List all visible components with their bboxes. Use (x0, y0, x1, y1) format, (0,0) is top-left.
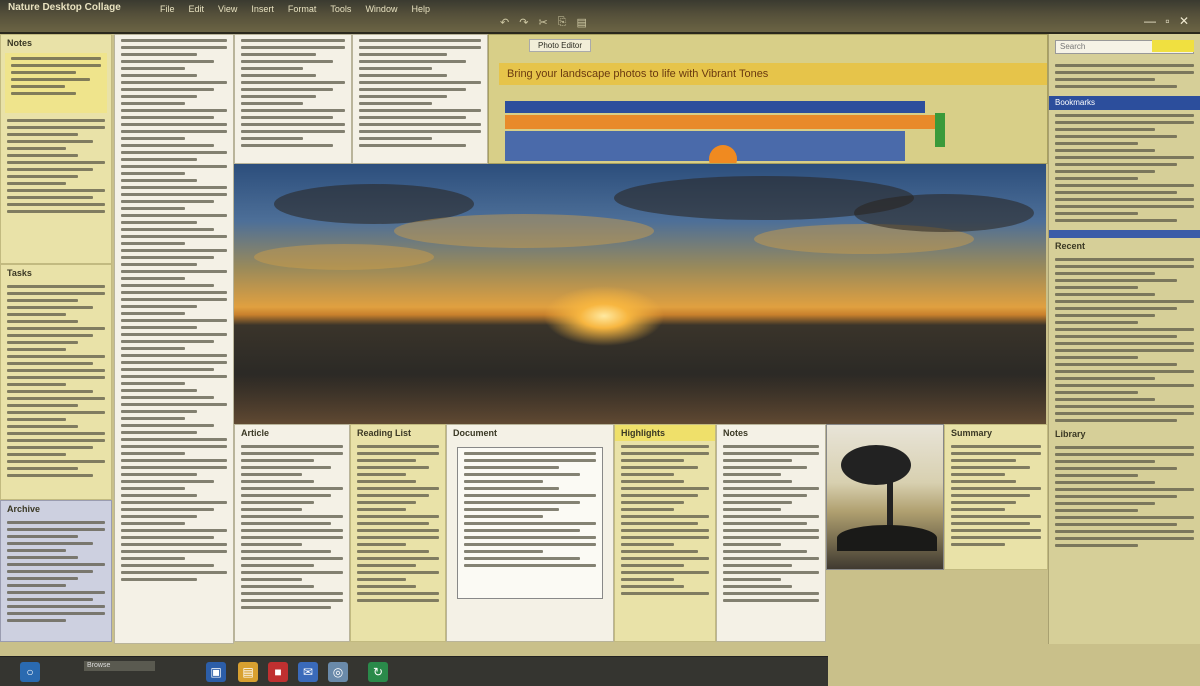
library-list (1049, 442, 1200, 551)
tree-ground (837, 525, 937, 551)
cut-icon[interactable]: ✂ (538, 16, 547, 29)
bottom-card-article: Article (234, 424, 350, 642)
left-panel-section3-title: Archive (7, 504, 41, 514)
menu-item-window[interactable]: Window (365, 4, 397, 14)
highlight-chip (1152, 40, 1194, 52)
menu-item-file[interactable]: File (160, 4, 175, 14)
banner-headline: Bring your landscape photos to life with… (499, 63, 1047, 85)
left-notes-panel: Notes (0, 34, 112, 264)
left-tasks-panel: Tasks (0, 264, 112, 500)
menu-item-help[interactable]: Help (411, 4, 430, 14)
taskbar: ○ Browse ▣ ▤ ■ ✉ ◎ ↻ (0, 656, 828, 686)
bottom-card-reading-list: Reading List (350, 424, 446, 642)
top-menubar: Nature Desktop Collage File Edit View In… (0, 0, 1200, 34)
bookmarks-header[interactable]: Bookmarks (1049, 96, 1200, 110)
green-marker (935, 113, 945, 147)
menu-item-format[interactable]: Format (288, 4, 317, 14)
window-controls[interactable]: — ▫ ✕ (1144, 14, 1192, 28)
search-icon[interactable]: ○ (20, 662, 40, 682)
document-column (114, 34, 234, 644)
copy-icon[interactable]: ⎘ (558, 16, 567, 29)
bottom-card-highlights: Highlights (614, 424, 716, 642)
progress-bar-orange (505, 115, 935, 129)
left-archive-panel: Archive (0, 500, 112, 642)
right-panel-section2-title: Recent (1055, 241, 1086, 251)
main-menu: File Edit View Insert Format Tools Windo… (160, 4, 430, 14)
highlight-block (5, 53, 107, 113)
tree-canopy (841, 445, 911, 485)
taskbar-label[interactable]: Browse (84, 661, 155, 671)
bottom-card-photo (826, 424, 944, 570)
bookmarks-list (1049, 110, 1200, 226)
undo-icon[interactable]: ↶ (500, 16, 509, 29)
document-column-text (115, 35, 233, 585)
image-icon[interactable]: ▤ (238, 662, 258, 682)
bottom-card-notes: Notes (716, 424, 826, 642)
doc-card-2 (352, 34, 488, 164)
right-panel-section3-title: Library (1055, 429, 1086, 439)
right-sidebar: Search Bookmarks Recent Library (1048, 34, 1200, 644)
menu-item-tools[interactable]: Tools (330, 4, 351, 14)
document-preview[interactable] (457, 447, 603, 599)
redo-icon[interactable]: ↷ (519, 16, 528, 29)
menu-item-view[interactable]: View (218, 4, 237, 14)
recent-list (1049, 254, 1200, 426)
left-panel-title: Notes (7, 38, 33, 48)
refresh-icon[interactable]: ↻ (368, 662, 388, 682)
left-tasks-text (1, 281, 111, 481)
window-title: Nature Desktop Collage (8, 2, 121, 13)
bottom-card-summary: Summary (944, 424, 1048, 570)
menu-item-insert[interactable]: Insert (251, 4, 274, 14)
section-divider (1049, 230, 1200, 238)
beach-shore (234, 374, 1046, 424)
tab-photo-editor[interactable]: Photo Editor (529, 39, 592, 52)
folder-icon[interactable]: ▣ (206, 662, 226, 682)
mail-icon[interactable]: ✉ (298, 662, 318, 682)
sunset-photo (234, 164, 1046, 424)
progress-bar-dark-blue (505, 131, 905, 161)
left-panel-section2-title: Tasks (7, 268, 32, 278)
bottom-card-document: Document (446, 424, 614, 642)
paste-icon[interactable]: ▤ (576, 16, 586, 29)
menu-item-edit[interactable]: Edit (189, 4, 205, 14)
globe-icon[interactable]: ◎ (328, 662, 348, 682)
photo-editor-window: Photo Editor Bring your landscape photos… (488, 34, 1048, 164)
progress-bar-blue (505, 101, 925, 113)
doc-card-1 (234, 34, 352, 164)
toolbar-icons: ↶ ↷ ✂ ⎘ ▤ (500, 16, 587, 29)
left-archive-text (1, 517, 111, 626)
document-icon[interactable]: ■ (268, 662, 288, 682)
left-notes-text (1, 115, 111, 217)
